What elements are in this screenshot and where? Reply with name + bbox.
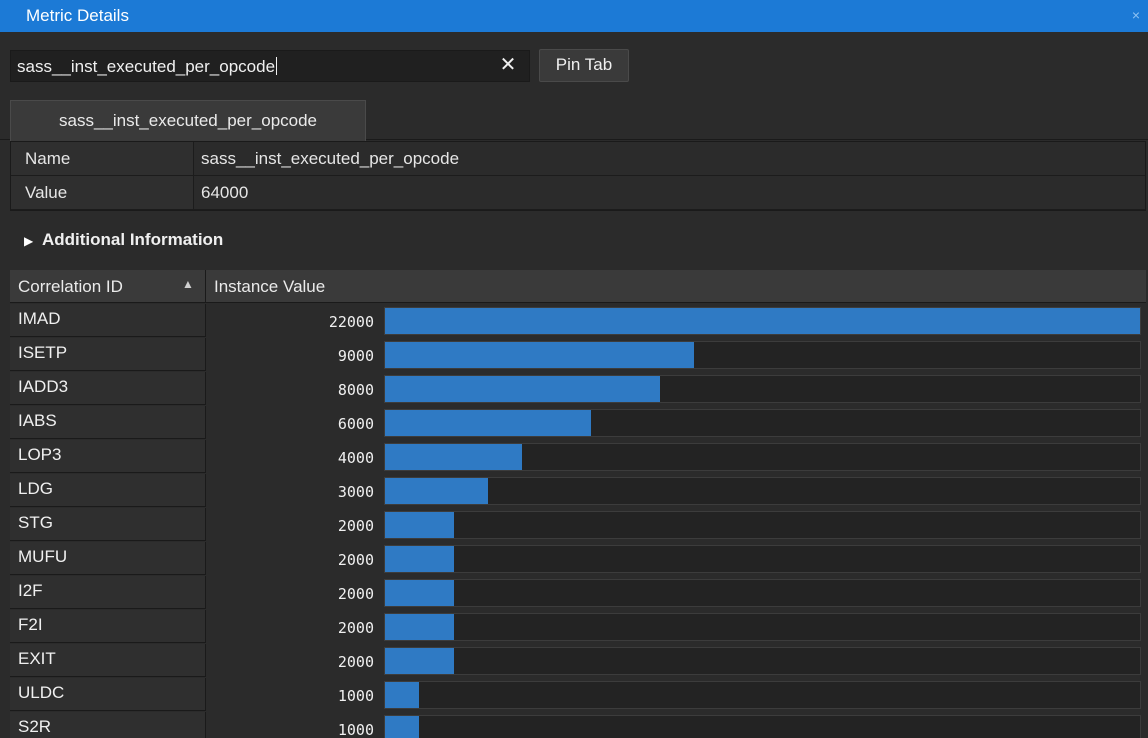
value-bar [385, 308, 1140, 334]
value-bar [385, 580, 454, 606]
value-bar [385, 444, 522, 470]
correlation-id-cell: S2R [10, 712, 206, 738]
value-bar-track [384, 511, 1141, 539]
instance-value-cell: 8000 [337, 381, 374, 399]
correlation-id-cell: STG [10, 508, 206, 541]
value-bar [385, 716, 419, 738]
property-value: 64000 [201, 183, 249, 202]
pin-tab-button[interactable]: Pin Tab [539, 49, 629, 82]
text-caret [276, 57, 278, 75]
table-row[interactable]: IABS 6000 [10, 406, 1146, 439]
correlation-id-cell: IMAD [10, 304, 206, 337]
table-header: Correlation ID ▲ Instance Value [10, 270, 1146, 303]
search-input[interactable]: sass__inst_executed_per_opcode [10, 50, 530, 82]
instance-value-cell: 6000 [337, 415, 374, 433]
value-bar-track [384, 545, 1141, 573]
instance-value-cell: 1000 [337, 721, 374, 738]
table-row[interactable]: S2R 1000 [10, 712, 1146, 738]
table-row[interactable]: IMAD 22000 [10, 304, 1146, 337]
property-row-value: Value 64000 [11, 176, 1145, 210]
column-header-label: Correlation ID [18, 277, 123, 296]
additional-information-label: Additional Information [42, 230, 224, 249]
window-title: Metric Details [26, 6, 129, 25]
instance-value-cell: 2000 [337, 585, 374, 603]
correlation-id-cell: EXIT [10, 644, 206, 677]
sort-ascending-icon: ▲ [182, 277, 194, 291]
expand-arrow-icon: ▶ [24, 234, 34, 248]
table-row[interactable]: I2F 2000 [10, 576, 1146, 609]
value-bar [385, 376, 660, 402]
property-value: sass__inst_executed_per_opcode [201, 149, 460, 168]
value-bar-track [384, 307, 1141, 335]
correlation-id-cell: ISETP [10, 338, 206, 371]
value-bar [385, 546, 454, 572]
value-bar-track [384, 681, 1141, 709]
instance-value-cell: 3000 [337, 483, 374, 501]
property-key: Name [11, 142, 194, 175]
value-bar-track [384, 613, 1141, 641]
correlation-id-cell: LDG [10, 474, 206, 507]
additional-information-toggle[interactable]: ▶ Additional Information [10, 212, 1146, 268]
property-key: Value [11, 176, 194, 209]
value-bar-track [384, 477, 1141, 505]
instance-value-cell: 9000 [337, 347, 374, 365]
properties-table: Name sass__inst_executed_per_opcode Valu… [10, 141, 1146, 211]
instance-values-table: Correlation ID ▲ Instance Value IMAD 2200… [10, 270, 1146, 738]
value-bar-track [384, 647, 1141, 675]
value-bar-track [384, 409, 1141, 437]
table-row[interactable]: MUFU 2000 [10, 542, 1146, 575]
search-toolbar: sass__inst_executed_per_opcode ✕ Pin Tab [0, 32, 1148, 88]
value-bar [385, 410, 591, 436]
table-row[interactable]: LOP3 4000 [10, 440, 1146, 473]
table-row[interactable]: STG 2000 [10, 508, 1146, 541]
column-header-correlation-id[interactable]: Correlation ID ▲ [10, 270, 206, 303]
table-row[interactable]: IADD3 8000 [10, 372, 1146, 405]
table-row[interactable]: ISETP 9000 [10, 338, 1146, 371]
clear-search-icon[interactable]: ✕ [496, 54, 520, 78]
value-bar-track [384, 715, 1141, 738]
search-input-value: sass__inst_executed_per_opcode [17, 57, 276, 76]
table-row[interactable]: LDG 3000 [10, 474, 1146, 507]
value-bar-track [384, 443, 1141, 471]
correlation-id-cell: MUFU [10, 542, 206, 575]
window-titlebar: Metric Details × [0, 0, 1148, 32]
value-bar [385, 614, 454, 640]
correlation-id-cell: IABS [10, 406, 206, 439]
value-bar [385, 342, 694, 368]
instance-value-cell: 2000 [337, 653, 374, 671]
value-bar [385, 648, 454, 674]
correlation-id-cell: LOP3 [10, 440, 206, 473]
table-row[interactable]: ULDC 1000 [10, 678, 1146, 711]
value-bar [385, 512, 454, 538]
tab-metric[interactable]: sass__inst_executed_per_opcode [10, 100, 366, 141]
table-row[interactable]: EXIT 2000 [10, 644, 1146, 677]
column-header-instance-value[interactable]: Instance Value [206, 270, 1146, 303]
instance-value-cell: 2000 [337, 517, 374, 535]
instance-value-cell: 2000 [337, 551, 374, 569]
instance-value-cell: 2000 [337, 619, 374, 637]
value-bar [385, 478, 488, 504]
value-bar-track [384, 579, 1141, 607]
correlation-id-cell: I2F [10, 576, 206, 609]
correlation-id-cell: F2I [10, 610, 206, 643]
table-row[interactable]: F2I 2000 [10, 610, 1146, 643]
instance-value-cell: 4000 [337, 449, 374, 467]
instance-value-cell: 22000 [328, 313, 374, 331]
correlation-id-cell: ULDC [10, 678, 206, 711]
value-bar [385, 682, 419, 708]
close-icon[interactable]: × [1132, 7, 1140, 23]
instance-value-cell: 1000 [337, 687, 374, 705]
correlation-id-cell: IADD3 [10, 372, 206, 405]
value-bar-track [384, 375, 1141, 403]
property-row-name: Name sass__inst_executed_per_opcode [11, 142, 1145, 176]
tab-strip: sass__inst_executed_per_opcode [0, 88, 1148, 141]
value-bar-track [384, 341, 1141, 369]
